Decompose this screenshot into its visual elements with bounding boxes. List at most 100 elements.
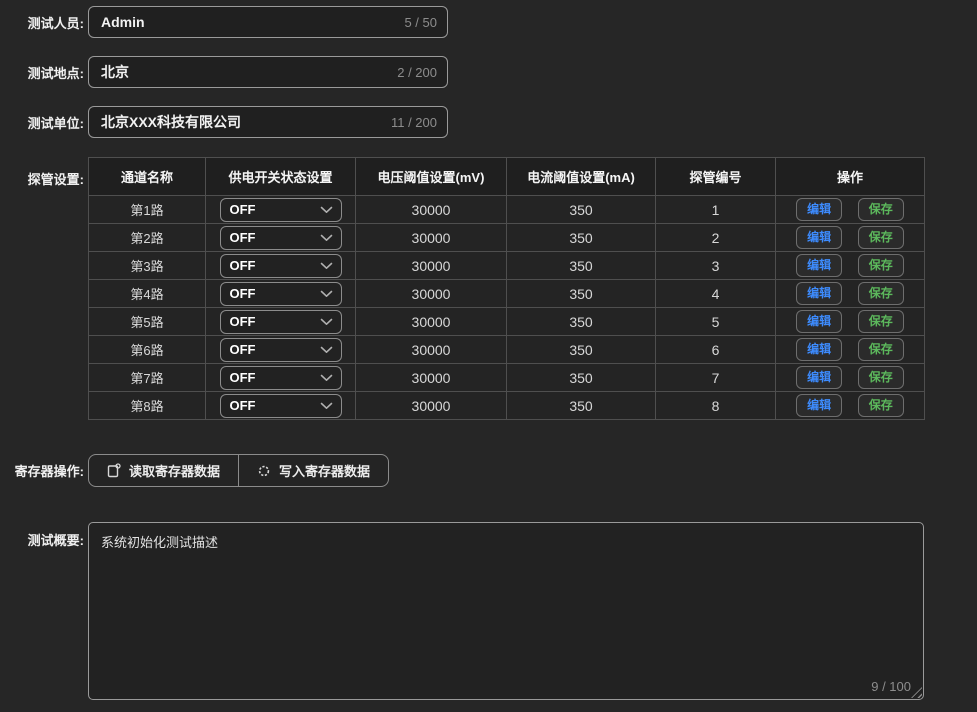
power-switch-select[interactable]: OFF (220, 198, 342, 222)
summary-textarea[interactable] (89, 523, 923, 699)
organization-label: 测试单位: (0, 113, 88, 132)
location-input[interactable] (101, 64, 389, 80)
actions-cell: 编辑 保存 (776, 364, 925, 392)
channel-name-cell: 第3路 (89, 252, 206, 280)
save-button[interactable]: 保存 (858, 226, 904, 249)
actions-cell: 编辑 保存 (776, 252, 925, 280)
tester-label: 测试人员: (0, 13, 88, 32)
save-button[interactable]: 保存 (858, 366, 904, 389)
table-row: 第2路 OFF 30000 350 2 编辑 保存 (89, 224, 925, 252)
register-button-group: 读取寄存器数据 写入寄存器数据 (88, 454, 389, 487)
power-switch-cell: OFF (206, 336, 356, 364)
location-row: 测试地点: 2 / 200 (0, 56, 977, 88)
actions-cell: 编辑 保存 (776, 196, 925, 224)
register-ops-label: 寄存器操作: (0, 461, 88, 480)
tester-input-box: 5 / 50 (88, 6, 448, 38)
power-switch-value: OFF (230, 370, 256, 385)
voltage-threshold-cell: 30000 (356, 364, 507, 392)
current-threshold-cell: 350 (507, 252, 656, 280)
power-switch-value: OFF (230, 258, 256, 273)
write-register-button-label: 写入寄存器数据 (279, 461, 370, 480)
organization-input[interactable] (101, 114, 383, 130)
actions-cell: 编辑 保存 (776, 224, 925, 252)
channel-name-cell: 第4路 (89, 280, 206, 308)
power-switch-cell: OFF (206, 308, 356, 336)
power-switch-value: OFF (230, 230, 256, 245)
edit-button[interactable]: 编辑 (796, 198, 842, 221)
edit-button[interactable]: 编辑 (796, 226, 842, 249)
save-button[interactable]: 保存 (858, 310, 904, 333)
table-row: 第1路 OFF 30000 350 1 编辑 保存 (89, 196, 925, 224)
power-switch-select[interactable]: OFF (220, 226, 342, 250)
current-threshold-cell: 350 (507, 280, 656, 308)
summary-textarea-box: 9 / 100 (88, 522, 924, 700)
chevron-down-icon (320, 374, 333, 382)
power-switch-select[interactable]: OFF (220, 282, 342, 306)
edit-button[interactable]: 编辑 (796, 310, 842, 333)
probe-number-cell: 7 (656, 364, 776, 392)
probe-number-cell: 6 (656, 336, 776, 364)
write-register-button[interactable]: 写入寄存器数据 (238, 455, 388, 486)
power-switch-select[interactable]: OFF (220, 366, 342, 390)
current-threshold-cell: 350 (507, 364, 656, 392)
power-switch-value: OFF (230, 202, 256, 217)
power-switch-select[interactable]: OFF (220, 338, 342, 362)
chevron-down-icon (320, 318, 333, 326)
actions-cell: 编辑 保存 (776, 336, 925, 364)
channel-name-cell: 第1路 (89, 196, 206, 224)
power-switch-select[interactable]: OFF (220, 394, 342, 418)
channel-name-cell: 第8路 (89, 392, 206, 420)
table-header-row: 通道名称 供电开关状态设置 电压阈值设置(mV) 电流阈值设置(mA) 探管编号… (89, 158, 925, 196)
save-button[interactable]: 保存 (858, 198, 904, 221)
channel-name-cell: 第2路 (89, 224, 206, 252)
current-threshold-cell: 350 (507, 196, 656, 224)
chevron-down-icon (320, 206, 333, 214)
probe-number-cell: 3 (656, 252, 776, 280)
power-switch-select[interactable]: OFF (220, 254, 342, 278)
save-button[interactable]: 保存 (858, 394, 904, 417)
write-register-icon (257, 464, 271, 478)
summary-row: 测试概要: 9 / 100 (0, 522, 977, 700)
read-register-button-label: 读取寄存器数据 (129, 461, 220, 480)
current-threshold-cell: 350 (507, 308, 656, 336)
edit-button[interactable]: 编辑 (796, 394, 842, 417)
table-row: 第6路 OFF 30000 350 6 编辑 保存 (89, 336, 925, 364)
channel-name-cell: 第5路 (89, 308, 206, 336)
col-header-actions: 操作 (776, 158, 925, 196)
chevron-down-icon (320, 234, 333, 242)
save-button[interactable]: 保存 (858, 338, 904, 361)
current-threshold-cell: 350 (507, 224, 656, 252)
probe-number-cell: 4 (656, 280, 776, 308)
save-button[interactable]: 保存 (858, 254, 904, 277)
tester-input[interactable] (101, 14, 396, 30)
col-header-voltage: 电压阈值设置(mV) (356, 158, 507, 196)
edit-button[interactable]: 编辑 (796, 366, 842, 389)
table-row: 第4路 OFF 30000 350 4 编辑 保存 (89, 280, 925, 308)
edit-button[interactable]: 编辑 (796, 338, 842, 361)
power-switch-cell: OFF (206, 364, 356, 392)
voltage-threshold-cell: 30000 (356, 196, 507, 224)
probe-settings-label: 探管设置: (0, 157, 88, 188)
save-button[interactable]: 保存 (858, 282, 904, 305)
read-register-button[interactable]: 读取寄存器数据 (89, 455, 238, 486)
organization-input-box: 11 / 200 (88, 106, 448, 138)
actions-cell: 编辑 保存 (776, 280, 925, 308)
register-ops-row: 寄存器操作: 读取寄存器数据 写入寄存器数据 (0, 454, 977, 487)
probe-number-cell: 2 (656, 224, 776, 252)
chevron-down-icon (320, 290, 333, 298)
edit-button[interactable]: 编辑 (796, 282, 842, 305)
actions-cell: 编辑 保存 (776, 308, 925, 336)
probe-number-cell: 5 (656, 308, 776, 336)
location-label: 测试地点: (0, 63, 88, 82)
power-switch-select[interactable]: OFF (220, 310, 342, 334)
tester-char-counter: 5 / 50 (404, 15, 437, 30)
voltage-threshold-cell: 30000 (356, 252, 507, 280)
chevron-down-icon (320, 346, 333, 354)
tester-row: 测试人员: 5 / 50 (0, 6, 977, 38)
col-header-power-switch: 供电开关状态设置 (206, 158, 356, 196)
voltage-threshold-cell: 30000 (356, 308, 507, 336)
read-register-icon (107, 463, 121, 478)
organization-char-counter: 11 / 200 (391, 115, 437, 130)
edit-button[interactable]: 编辑 (796, 254, 842, 277)
power-switch-cell: OFF (206, 252, 356, 280)
